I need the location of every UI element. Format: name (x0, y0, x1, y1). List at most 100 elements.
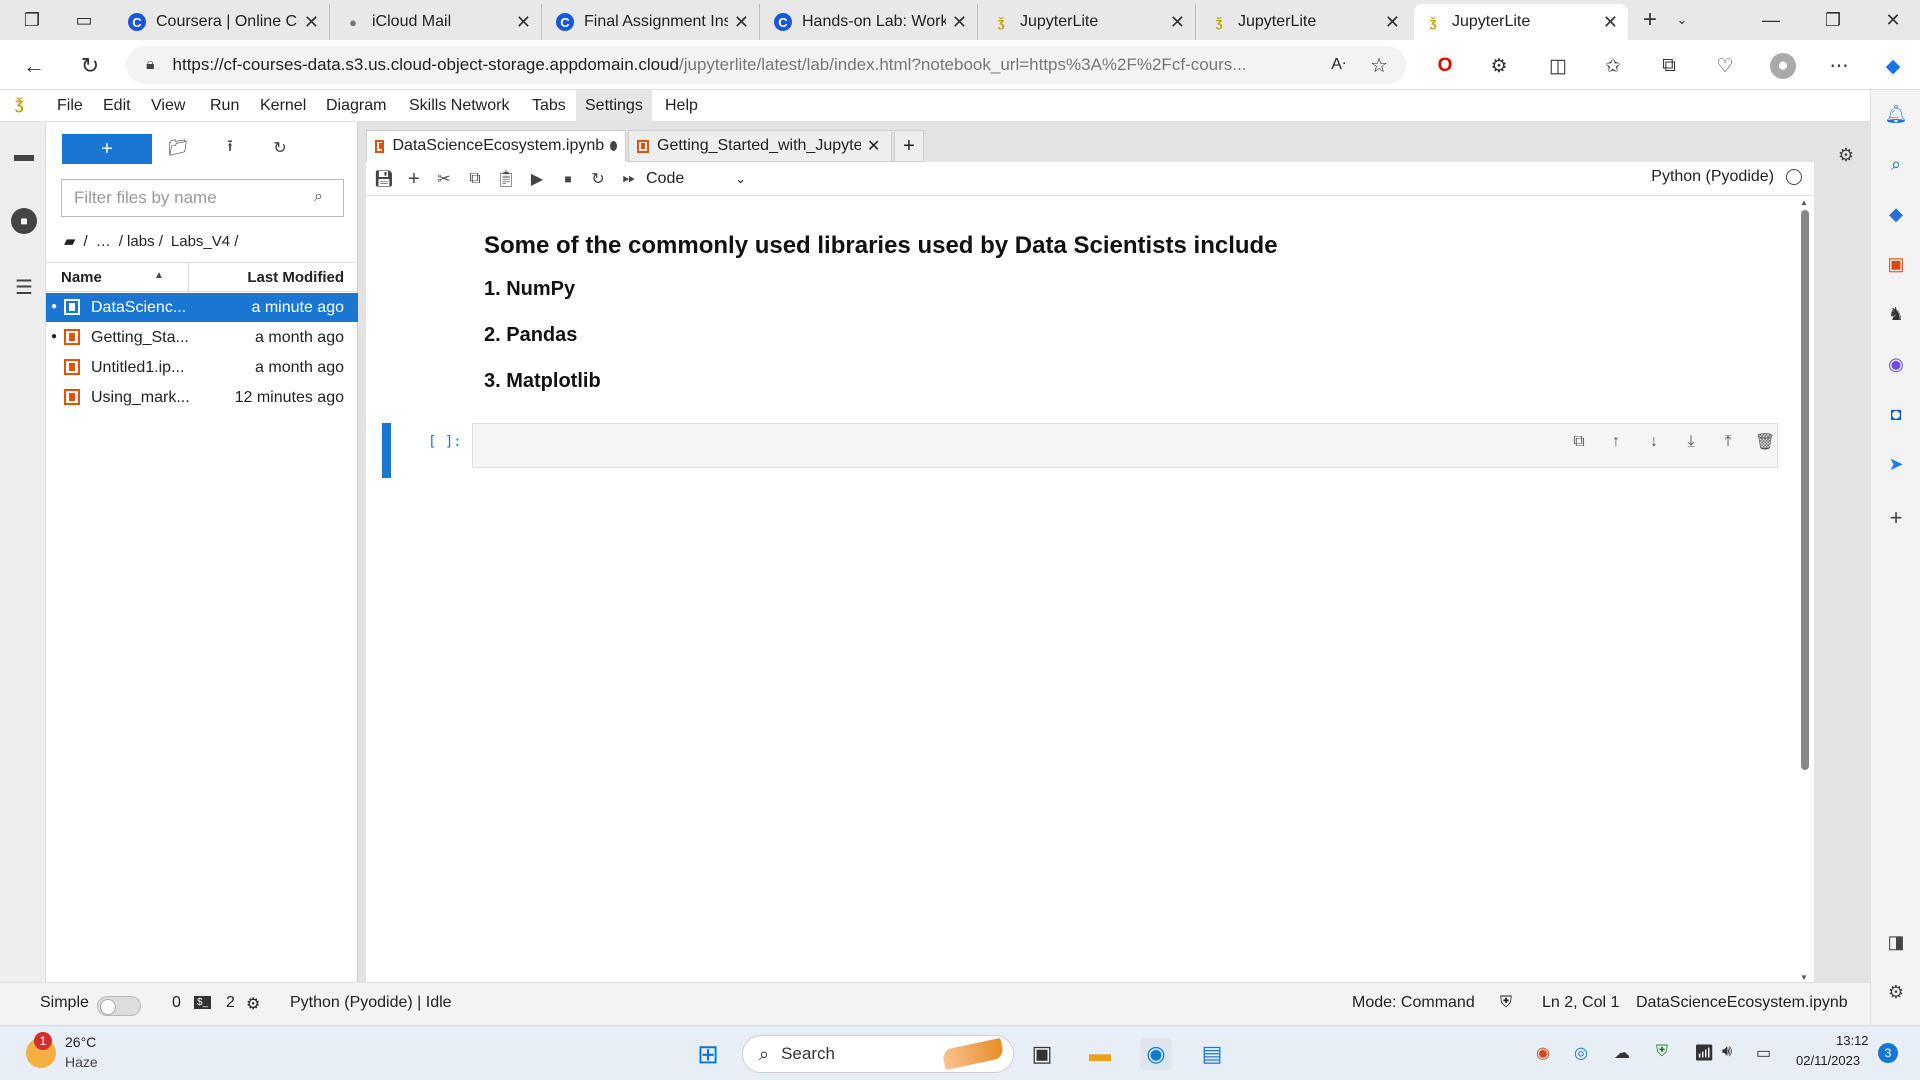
running-kernels-icon[interactable]: ■ (11, 208, 37, 234)
close-icon[interactable]: ✕ (734, 12, 749, 33)
minimize-icon[interactable]: — (1748, 6, 1794, 34)
outlook-icon[interactable]: ◘ (1884, 402, 1908, 426)
more-options-icon[interactable]: ⋯ (1826, 53, 1852, 79)
refresh-icon[interactable]: ↻ (268, 136, 292, 160)
opera-extension-icon[interactable]: O (1432, 53, 1458, 79)
copilot-icon[interactable]: ◆ (1880, 53, 1906, 79)
delete-cell-icon[interactable]: 🗑︎ (1753, 430, 1777, 454)
kernel-gear-icon[interactable]: ⚙ (246, 994, 260, 1014)
profile-avatar-icon[interactable]: ● (1770, 53, 1796, 79)
paste-icon[interactable]: 📋︎ (494, 168, 518, 190)
add-icon[interactable]: + (1884, 505, 1908, 530)
read-aloud-icon[interactable]: Aᐧ (1331, 54, 1346, 74)
table-of-contents-icon[interactable]: ☰ (11, 274, 37, 300)
shopping-tag-icon[interactable]: ◆ (1884, 202, 1908, 226)
unsaved-dot-icon[interactable] (610, 141, 617, 151)
upload-icon[interactable]: ⭱ (218, 136, 242, 160)
taskbar-search[interactable]: ⌕ Search (742, 1035, 1014, 1073)
browser-tab[interactable]: ǯ JupyterLite ✕ (1200, 4, 1410, 40)
close-icon[interactable]: ✕ (867, 136, 880, 156)
browser-tab[interactable]: C Hands-on Lab: Work ✕ (764, 4, 978, 40)
split-screen-icon[interactable]: ◫ (1545, 53, 1571, 79)
move-down-icon[interactable]: ↓ (1642, 430, 1666, 454)
duplicate-cell-icon[interactable]: ⧉ (1567, 430, 1591, 454)
close-icon[interactable]: ✕ (304, 12, 319, 33)
settings-icon[interactable]: ⚙ (1884, 980, 1908, 1004)
breadcrumb-root[interactable]: / (84, 233, 88, 250)
browser-essentials-icon[interactable]: ♡ (1712, 53, 1738, 79)
back-icon[interactable]: ← (20, 52, 48, 80)
code-editor[interactable]: ⧉ ↑ ↓ ⤓ ⤒ 🗑︎ (472, 423, 1778, 468)
tools-icon[interactable]: ▣ (1884, 252, 1908, 276)
close-window-icon[interactable]: ✕ (1870, 6, 1916, 34)
notepad-icon[interactable]: ▤ (1196, 1038, 1228, 1070)
microsoft-365-icon[interactable]: ◉ (1884, 352, 1908, 376)
file-browser-icon[interactable]: ▬ (11, 142, 37, 168)
breadcrumb-ellipsis[interactable]: … (96, 233, 111, 250)
menu-skills-network[interactable]: Skills Network (400, 90, 518, 122)
app-tray-icon[interactable]: ◉ (1536, 1043, 1550, 1063)
edge-browser-icon[interactable]: ◉ (1140, 1038, 1172, 1070)
scrollbar-thumb[interactable] (1801, 210, 1809, 770)
menu-kernel[interactable]: Kernel (251, 90, 315, 122)
kernel-count[interactable]: 2 (226, 994, 235, 1012)
trusted-shield-icon[interactable]: ⛨ (1500, 994, 1512, 1012)
file-explorer-icon[interactable]: ▬ (1084, 1038, 1116, 1070)
favorite-star-icon[interactable]: ☆ (1370, 53, 1388, 78)
menu-tabs[interactable]: Tabs (523, 90, 575, 122)
column-name[interactable]: Name (61, 269, 102, 286)
menu-view[interactable]: View (142, 90, 194, 122)
file-row[interactable]: ● Getting_Sta... a month ago (46, 323, 358, 352)
close-icon[interactable]: ✕ (1170, 12, 1185, 33)
new-launcher-button[interactable]: + (62, 134, 152, 164)
refresh-icon[interactable]: ↻ (76, 52, 104, 80)
breadcrumb-labs-v4[interactable]: Labs_V4 / (171, 233, 239, 250)
vertical-scrollbar[interactable]: ▲ ▼ (1799, 198, 1811, 982)
folder-icon[interactable]: ▰ (64, 232, 76, 250)
terminal-icon[interactable]: $_ (194, 996, 212, 1009)
run-icon[interactable]: ▶ (525, 168, 549, 190)
restart-kernel-icon[interactable]: ↻ (586, 168, 610, 190)
maximize-icon[interactable]: ❐ (1810, 6, 1856, 34)
new-tab-icon[interactable]: + (894, 130, 924, 162)
new-tab-icon[interactable]: + (1638, 6, 1662, 33)
clock-date[interactable]: 02/11/2023 (1796, 1053, 1860, 1068)
new-folder-icon[interactable]: 📁︎ (166, 136, 190, 160)
move-up-icon[interactable]: ↑ (1604, 430, 1628, 454)
copy-icon[interactable]: ⧉ (463, 168, 487, 190)
close-icon[interactable]: ✕ (1603, 12, 1618, 33)
cell-type-select[interactable]: Code ⌄ (646, 166, 750, 192)
close-icon[interactable]: ✕ (952, 12, 967, 33)
filter-files-input[interactable] (61, 179, 344, 217)
notification-bell-icon[interactable]: 🔔︎ (1884, 102, 1908, 126)
onedrive-cloud-icon[interactable]: ☁ (1614, 1043, 1630, 1063)
menu-settings[interactable]: Settings (576, 90, 652, 122)
scroll-up-icon[interactable]: ▲ (1800, 198, 1808, 207)
simple-mode-toggle[interactable] (97, 996, 141, 1016)
stop-icon[interactable]: ■ (556, 168, 580, 190)
notification-count-badge[interactable]: 3 (1878, 1043, 1898, 1063)
insert-below-icon[interactable]: ⤓ (1679, 430, 1703, 454)
browser-tab[interactable]: ● iCloud Mail ✕ (334, 4, 542, 40)
menu-file[interactable]: File (48, 90, 92, 122)
chevron-down-icon[interactable]: ⌄ (1670, 8, 1694, 32)
doc-tab[interactable]: Getting_Started_with_Jupyter ✕ (628, 130, 892, 162)
browser-tab[interactable]: C Coursera | Online Cc ✕ (118, 4, 330, 40)
cursor-position[interactable]: Ln 2, Col 1 (1542, 994, 1619, 1012)
weather-description[interactable]: Haze (65, 1054, 98, 1070)
task-view-icon[interactable]: ▣ (1026, 1038, 1058, 1070)
weather-temperature[interactable]: 26°C (65, 1034, 96, 1050)
insert-above-icon[interactable]: ⤒ (1716, 430, 1740, 454)
sort-ascending-icon[interactable]: ▲ (154, 270, 164, 281)
menu-edit[interactable]: Edit (94, 90, 140, 122)
workspaces-icon[interactable]: ❐ (20, 8, 44, 32)
file-row[interactable]: ● DataScienc... a minute ago (46, 293, 358, 322)
tab-actions-icon[interactable]: ▭ (72, 8, 96, 32)
kernel-indicator[interactable]: Python (Pyodide) (1651, 168, 1802, 186)
favorites-icon[interactable]: ✩ (1600, 53, 1626, 79)
breadcrumb-labs[interactable]: / labs / (119, 233, 163, 250)
column-last-modified[interactable]: Last Modified (247, 269, 344, 286)
property-inspector-icon[interactable]: ⚙ (1834, 144, 1858, 166)
doc-tab-active[interactable]: DataScienceEcosystem.ipynb (366, 130, 626, 162)
games-icon[interactable]: ♞ (1884, 302, 1908, 326)
